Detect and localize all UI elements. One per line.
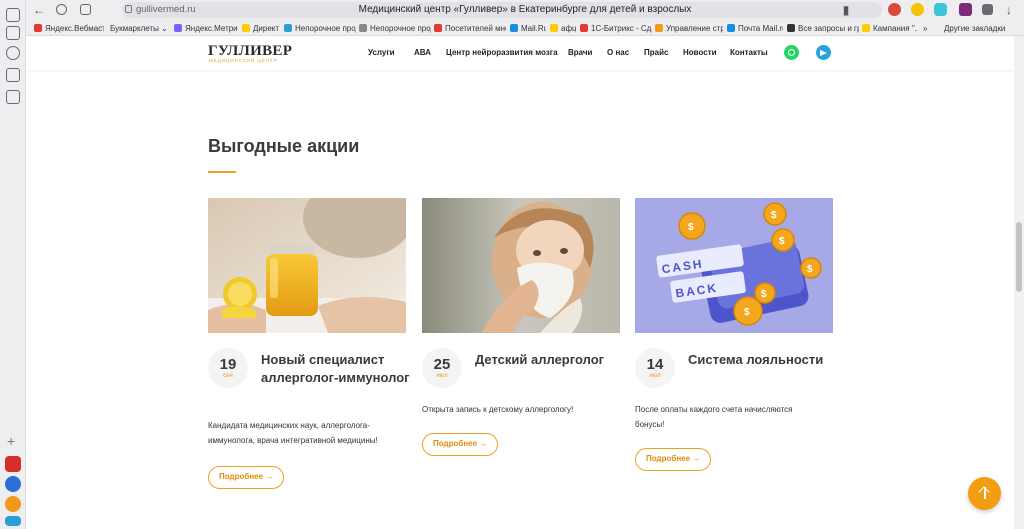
more-bookmarks-icon[interactable]: »	[923, 22, 931, 34]
extension-icon-1[interactable]	[888, 3, 901, 16]
bookmark-item[interactable]: афц	[550, 22, 576, 34]
bookmark-favicon	[434, 24, 442, 32]
date-day: 19	[219, 356, 237, 373]
bookmark-item[interactable]: Яндекс.Вебмастер	[34, 22, 104, 34]
bookmark-item[interactable]: 1С-Битрикс - Сда...	[580, 22, 652, 34]
whatsapp-icon[interactable]	[784, 45, 799, 60]
menu-item-about[interactable]: О нас	[607, 48, 629, 57]
more-button[interactable]: Подробнее →	[422, 433, 499, 456]
svg-text:$: $	[761, 289, 767, 300]
bookmark-favicon	[727, 24, 735, 32]
bookmark-item[interactable]: Букмарклеты ⌄	[110, 22, 170, 34]
more-button[interactable]: Подробнее →	[635, 448, 712, 471]
add-panel-icon[interactable]: +	[7, 434, 15, 448]
bookmark-item[interactable]: Кампания ''...	[862, 22, 918, 34]
bookmark-favicon	[34, 24, 42, 32]
date-day: 14	[646, 356, 664, 373]
scroll-to-top-button[interactable]	[968, 477, 1001, 510]
telegram-icon[interactable]	[816, 45, 831, 60]
extension-icon-2[interactable]	[911, 3, 924, 16]
bookmark-favicon	[655, 24, 663, 32]
bookmark-favicon	[174, 24, 182, 32]
bookmark-favicon	[510, 24, 518, 32]
other-bookmarks[interactable]: Другие закладки	[944, 22, 1022, 34]
counter-icon[interactable]	[6, 68, 20, 82]
site-header: ГУЛЛИВЕР МЕДИЦИНСКИЙ ЦЕНТР Услуги АВА Це…	[26, 36, 1014, 70]
promo-title[interactable]: Детский аллерголог	[475, 351, 625, 369]
scrollbar-thumb[interactable]	[1016, 222, 1022, 292]
promo-image-child[interactable]	[422, 198, 620, 333]
bookmark-item[interactable]: Непорочное прод...	[284, 22, 356, 34]
browser-side-panel: +	[0, 0, 26, 529]
bookmarks-bar: Яндекс.Вебмастер Букмарклеты ⌄ Яндекс.Ме…	[26, 20, 1024, 36]
bookmark-favicon	[580, 24, 588, 32]
date-month: июл	[436, 373, 448, 379]
promo-text: После оплаты каждого счета начисляются б…	[635, 405, 793, 429]
bookmark-favicon	[550, 24, 558, 32]
page-title: Медицинский центр «Гулливер» в Екатеринб…	[358, 4, 692, 15]
menu-item-news[interactable]: Новости	[683, 48, 717, 57]
app-icon-blue[interactable]	[5, 476, 21, 492]
bookmark-item[interactable]: Все запросы и гр...	[787, 22, 859, 34]
menu-item-contacts[interactable]: Контакты	[730, 48, 768, 57]
browser-toolbar: ← gullivermed.ru Медицинский центр «Гулл…	[26, 0, 1024, 20]
bookmark-favicon	[787, 24, 795, 32]
promo-title[interactable]: Система лояльности	[688, 351, 838, 369]
promo-image-honey[interactable]	[208, 198, 406, 333]
svg-text:$: $	[744, 307, 750, 318]
menu-item-price[interactable]: Прайс	[644, 48, 668, 57]
app-icon-orange[interactable]	[5, 496, 21, 512]
promo-title[interactable]: Новый специалист аллерголог-иммунолог	[261, 351, 411, 387]
menu-item-doctors[interactable]: Врачи	[568, 48, 592, 57]
bookmark-favicon	[284, 24, 292, 32]
svg-text:$: $	[688, 222, 694, 233]
download-arrow-icon[interactable]: ↓	[1002, 3, 1016, 17]
app-icon-cyan[interactable]	[5, 516, 21, 526]
svg-text:$: $	[779, 236, 785, 247]
collections-icon[interactable]	[6, 8, 20, 22]
more-button[interactable]: Подробнее →	[208, 466, 285, 489]
date-badge: 14 июл	[635, 348, 675, 388]
date-badge: 19 сен	[208, 348, 248, 388]
bookmark-favicon	[359, 24, 367, 32]
bookmark-item[interactable]: Посетителей много...	[434, 22, 506, 34]
bookmark-item[interactable]: Почта Mail.ru	[727, 22, 783, 34]
bookmark-item[interactable]: Непорочное прод...	[359, 22, 431, 34]
bookmark-item[interactable]: Управление стру...	[655, 22, 723, 34]
play-icon[interactable]	[6, 46, 20, 60]
downloads-icon[interactable]	[982, 4, 993, 15]
date-month: сен	[223, 373, 233, 379]
section-title: Выгодные акции	[208, 136, 360, 156]
promo-card[interactable]: 25 июл Детский аллерголог Открыта запись…	[422, 198, 620, 456]
bookmark-item[interactable]: Директ	[242, 22, 280, 34]
screenshot-icon[interactable]	[6, 90, 20, 104]
date-month: июл	[649, 373, 661, 379]
site-logo-subtitle: МЕДИЦИНСКИЙ ЦЕНТР	[209, 58, 278, 63]
date-day: 25	[433, 356, 451, 373]
extension-icon-4[interactable]	[959, 3, 972, 16]
promo-card[interactable]: 19 сен Новый специалист аллерголог-иммун…	[208, 198, 410, 489]
promo-image-cashback[interactable]: CASH BACK $ $ $ $ $ $	[635, 198, 833, 333]
date-badge: 25 июл	[422, 348, 462, 388]
bookmark-favicon	[242, 24, 250, 32]
app-icon-red[interactable]	[5, 456, 21, 472]
page-scrollbar[interactable]	[1014, 36, 1024, 529]
promo-text: Открыта запись к детскому аллергологу!	[422, 405, 574, 414]
bookmark-item[interactable]: Mail.Ru	[510, 22, 546, 34]
extension-icon-3[interactable]	[934, 3, 947, 16]
promo-text: Кандидата медицинских наук, аллерголога-…	[208, 421, 378, 445]
menu-item-neuro-center[interactable]: Центр нейроразвития мозга	[446, 48, 558, 57]
promo-card[interactable]: CASH BACK $ $ $ $ $ $ 14 июл Система лоя…	[635, 198, 833, 471]
svg-text:$: $	[771, 210, 777, 221]
menu-item-aba[interactable]: АВА	[414, 48, 431, 57]
svg-text:$: $	[807, 264, 813, 275]
bookmark-item[interactable]: Яндекс.Метрика	[174, 22, 238, 34]
bookmark-favicon	[862, 24, 870, 32]
title-underline	[208, 171, 236, 173]
menu-item-services[interactable]: Услуги	[368, 48, 395, 57]
bookmark-icon[interactable]: ▮	[839, 3, 853, 17]
web-page: ГУЛЛИВЕР МЕДИЦИНСКИЙ ЦЕНТР Услуги АВА Це…	[26, 36, 1014, 529]
notes-icon[interactable]	[6, 26, 20, 40]
